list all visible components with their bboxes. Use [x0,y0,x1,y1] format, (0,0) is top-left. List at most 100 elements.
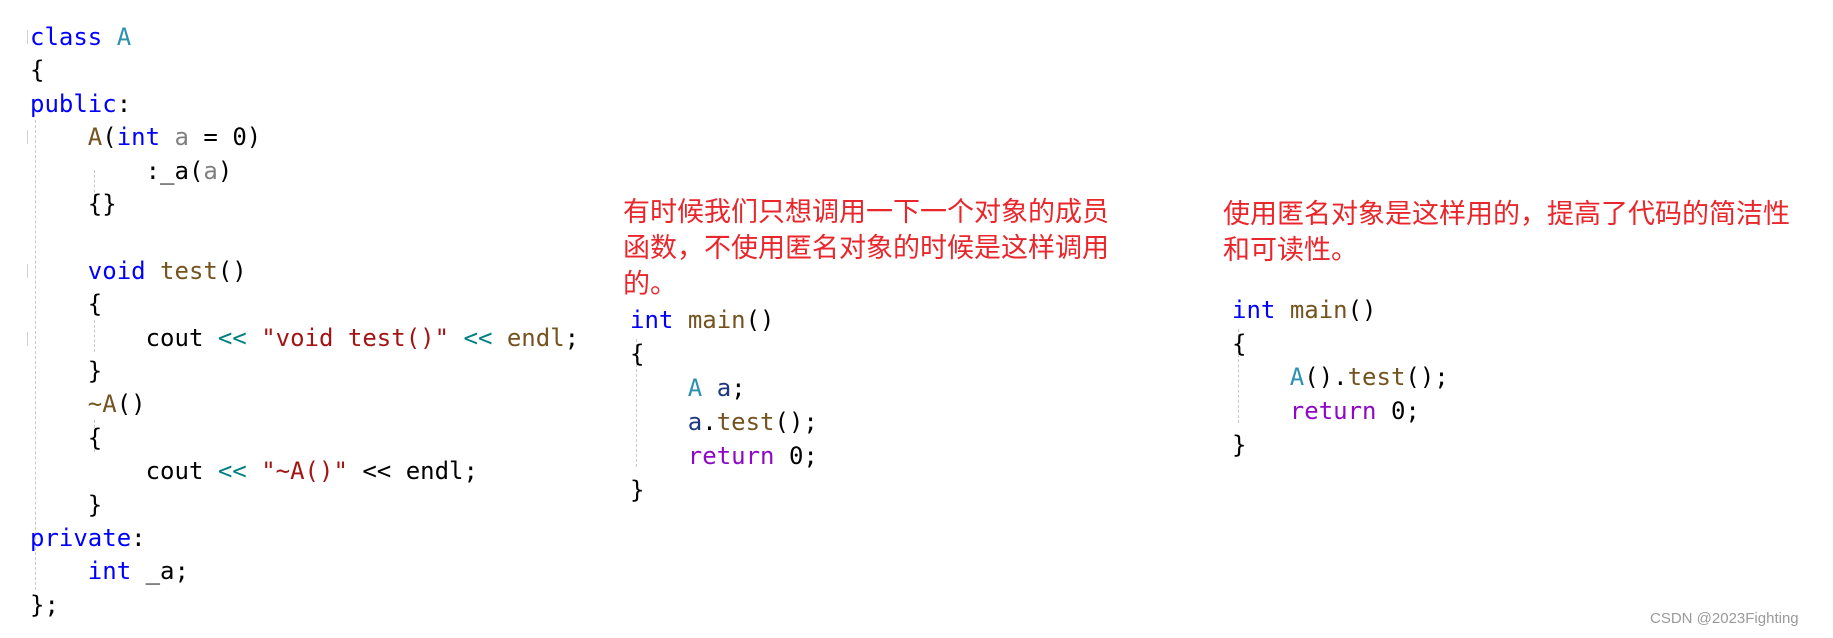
code-line: }; [30,588,59,622]
note-with-anonymous: 使用匿名对象是这样用的，提高了代码的简洁性 和可读性。 [1223,197,1823,277]
code-token: int [116,123,161,152]
code-token: { [630,340,645,368]
code-line: { [630,337,644,371]
code-token: int [630,306,674,334]
annotation-line: 的。 [623,269,677,300]
code-token: a [687,408,703,436]
watermark: CSDN @2023Fighting [1650,610,1799,627]
code-line: int _a; [30,554,189,588]
code-token: (); [1405,363,1449,392]
code-line: } [30,354,102,388]
annotation-line: 使用匿名对象是这样用的，提高了代码的简洁性 [1223,199,1790,230]
fold-marker [27,264,28,278]
code-line: } [1232,428,1246,462]
code-line: void test() [30,254,247,288]
code-line: { [30,53,44,87]
code-token: ; [564,323,580,352]
code-token: { [30,56,45,85]
code-token: A [87,123,103,152]
code-token: A [116,23,132,51]
code-token: (); [774,408,818,436]
code-line: A(int a = 0) [30,120,261,154]
code-token: { [30,423,103,452]
code-token: cout [30,457,218,486]
code-line: return 0; [1232,394,1420,428]
code-token: } [1232,430,1247,459]
code-token: 0; [1376,397,1420,426]
code-token: a [174,123,189,152]
code-token: A [687,374,703,402]
code-token: "void test()" [261,323,450,352]
code-token: () [116,390,146,419]
code-token: () [745,306,775,334]
class-code-block: class A{public: A(int a = 0) :_a(a) {} v… [27,20,610,630]
fold-marker [27,130,28,144]
code-token: cout [30,323,218,352]
code-token: = 0) [188,123,262,152]
code-token: test [1347,363,1406,392]
code-token: a [203,156,218,185]
code-token: :_a( [30,156,204,185]
code-token: << [217,457,247,486]
code-line: { [1232,327,1246,361]
code-token: () [1347,296,1377,324]
code-token: {} [30,190,117,218]
annotation-line: 和可读性。 [1223,235,1358,266]
fold-marker [27,332,28,346]
code-line: cout << "void test()" << endl; [30,321,580,355]
code-token: ( [102,123,117,152]
code-token: _a; [131,557,189,586]
code-line: { [30,287,102,321]
code-token: ; [731,374,746,402]
code-line: A().test(); [1232,360,1449,394]
code-token: () [217,256,247,285]
code-token: } [30,357,103,385]
code-line: { [30,421,102,455]
code-token: main [1289,296,1348,324]
code-token: private [30,524,132,552]
code-line: } [630,473,644,507]
code-line: private: [30,521,146,555]
main-anonymous-object-code: int main() { A().test(); return 0;} [1232,293,1632,473]
code-token: endl [506,323,565,352]
fold-marker [27,30,28,44]
code-line: {} [30,187,117,221]
annotation-line: 有时候我们只想调用一下一个对象的成员 [623,197,1109,228]
code-line: cout << "~A()" << endl; [30,454,478,488]
code-token: class [30,23,117,51]
code-token: << endl; [347,457,478,486]
code-token: : [116,89,132,118]
code-token: int [1232,296,1276,324]
code-token: . [702,408,717,436]
main-named-object-code: int main(){ A a; a.test(); return 0;} [630,303,1030,513]
code-token: A [1289,363,1305,392]
code-token: << [463,323,493,352]
code-token: (). [1304,363,1348,392]
code-token: { [30,290,103,319]
code-token: { [1232,329,1247,358]
code-line: } [30,488,102,522]
code-token: return [1289,397,1377,426]
code-line: :_a(a) [30,154,233,188]
code-token: int [87,557,132,586]
code-line: class A [30,20,131,54]
code-line: A a; [630,371,746,405]
code-token: test [716,408,775,436]
code-token: ~A [87,390,117,419]
code-token: ) [217,156,233,185]
